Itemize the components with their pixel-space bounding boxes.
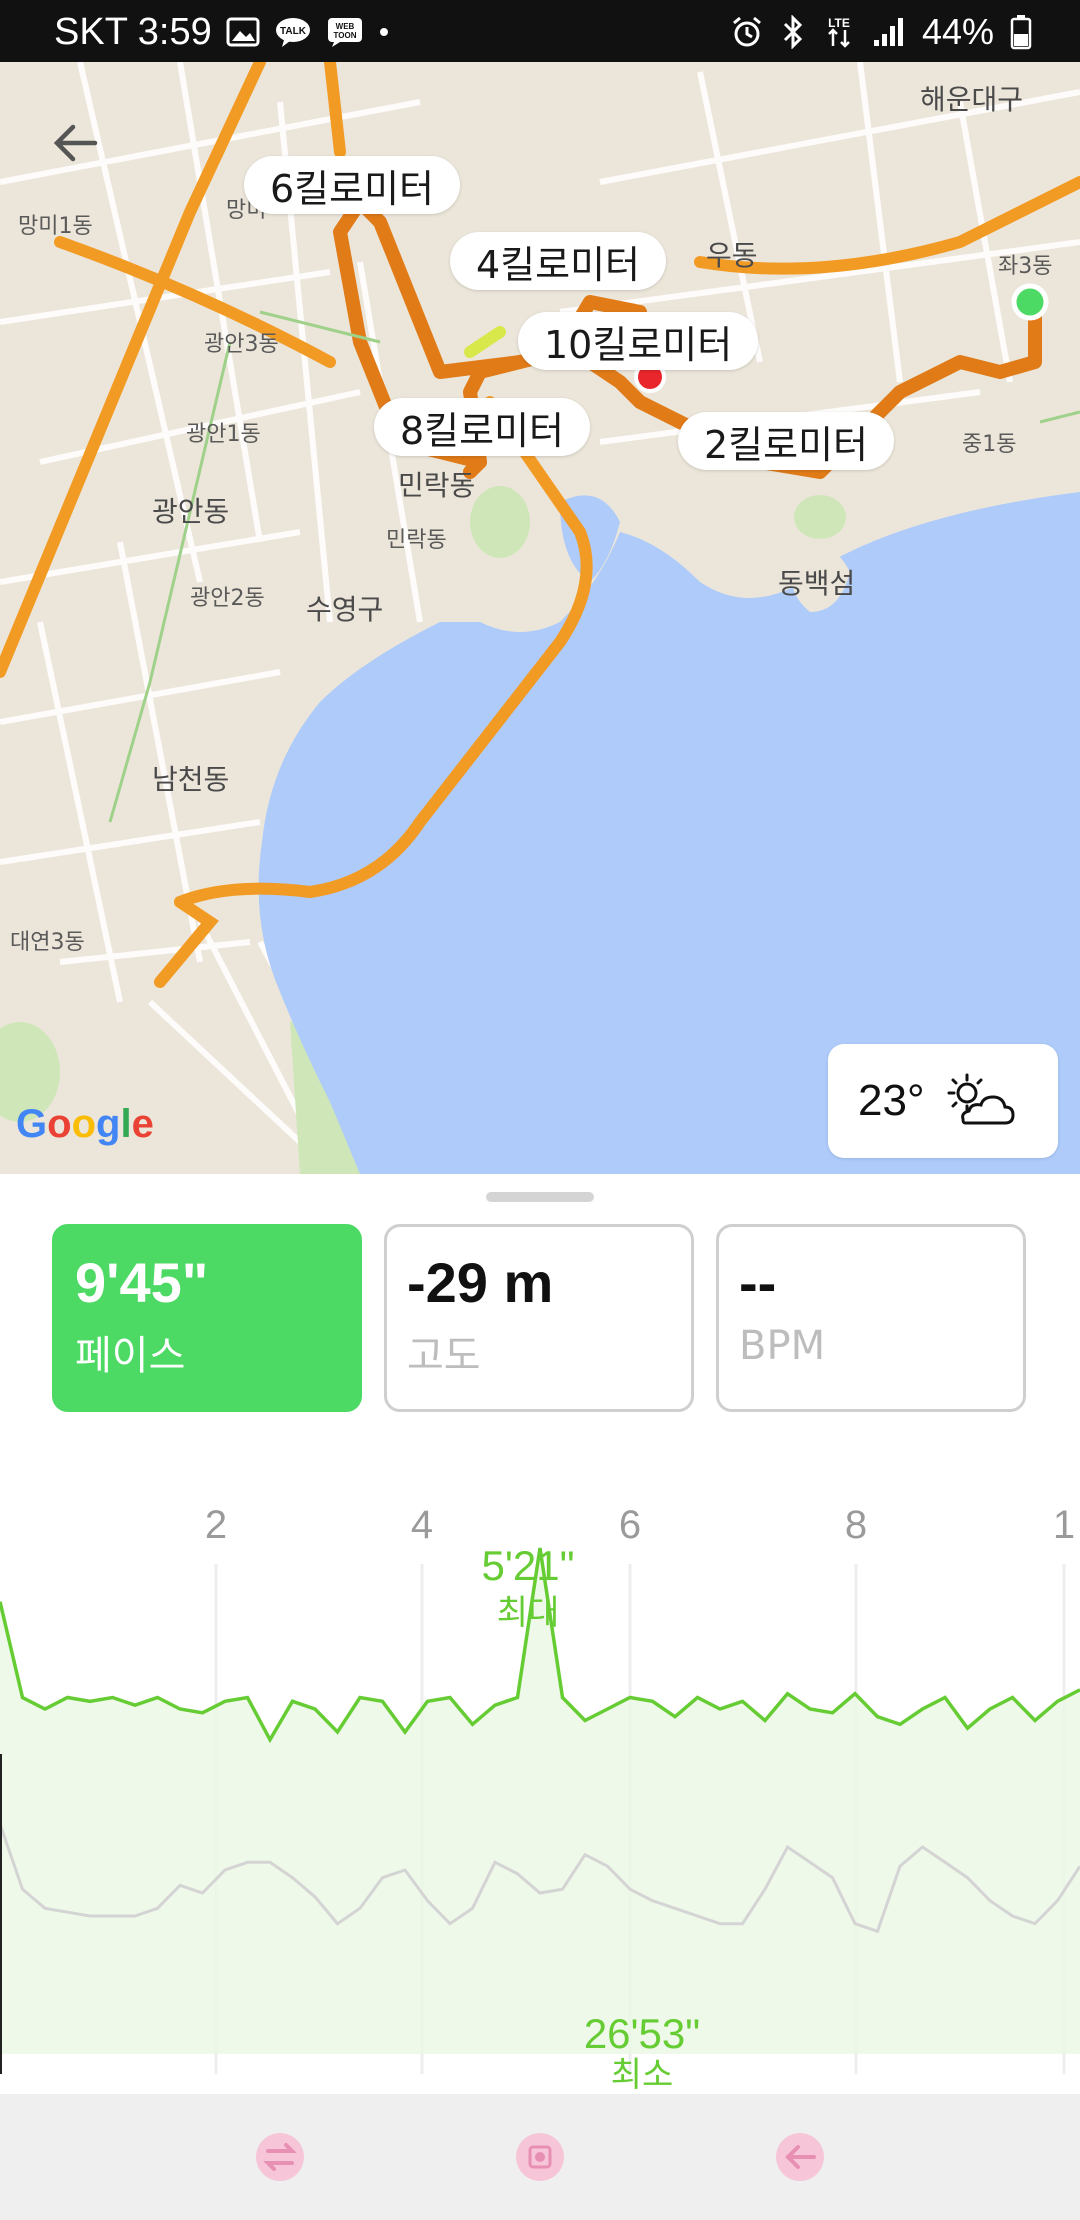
metric-pace-tab[interactable]: 9'45" 페이스 [52, 1224, 362, 1412]
metric-heart-rate-tab[interactable]: -- BPM [716, 1224, 1026, 1412]
place-label: 동백섬 [778, 567, 856, 600]
bottom-nav-bar [0, 2094, 1080, 2220]
km-marker-4[interactable]: 4킬로미터 [450, 232, 667, 290]
battery-percent: 44% [921, 11, 994, 52]
metric-label: BPM [739, 1323, 826, 1369]
webtoon-icon: WEB TOON [326, 16, 364, 48]
home-button[interactable] [505, 2122, 575, 2192]
km-marker-2[interactable]: 2킬로미터 [678, 412, 895, 470]
km-marker-6[interactable]: 6킬로미터 [244, 156, 461, 214]
chart-annotation-value: 5'21" [481, 1542, 574, 1589]
drag-handle[interactable] [486, 1192, 594, 1202]
km-marker-10[interactable]: 10킬로미터 [518, 312, 759, 370]
bluetooth-icon [780, 15, 806, 49]
map-canvas [0, 62, 1080, 1174]
metric-value: -- [739, 1251, 777, 1314]
kakaotalk-icon: TALK [274, 16, 312, 48]
gallery-icon [226, 17, 260, 47]
place-label: 우동 [706, 239, 758, 272]
place-label: 민락동 [386, 528, 447, 553]
dot-icon [378, 26, 390, 38]
status-left: SKT 3:59 TALK WEB TOON [54, 8, 390, 56]
km-marker-8[interactable]: 8킬로미터 [374, 398, 591, 456]
google-logo: Google [16, 1102, 154, 1146]
place-label: 남천동 [152, 763, 230, 796]
recent-apps-button[interactable] [245, 2122, 315, 2192]
x-tick-label: 1 [1053, 1503, 1075, 1547]
svg-text:TOON: TOON [333, 31, 356, 40]
place-label: 광안동 [152, 495, 230, 528]
pace-chart-svg: 2 4 6 8 1 5'21"최대 26'53"최소 [0, 1503, 1080, 2095]
signal-icon [872, 16, 906, 48]
record-icon [516, 2133, 564, 2181]
metric-label: 페이스 [75, 1333, 186, 1379]
place-label: 광안1동 [186, 422, 261, 447]
svg-text:LTE: LTE [828, 16, 850, 30]
battery-icon [1010, 14, 1032, 50]
back-arrow-icon [53, 124, 98, 162]
weather-temperature: 23° [858, 1076, 925, 1125]
svg-text:TALK: TALK [280, 26, 307, 37]
partly-cloudy-sun-icon [947, 1073, 1015, 1125]
swap-icon [256, 2133, 304, 2181]
place-label: 좌3동 [998, 254, 1053, 279]
place-label: 해운대구 [920, 83, 1024, 116]
route-map[interactable]: 해운대구 망미1동 망미 우동 좌3동 광안3동 광안1동 민락동 민락동 중1… [0, 62, 1080, 1174]
place-label: 민락동 [398, 469, 476, 502]
metric-value: -29 m [407, 1251, 554, 1314]
place-label: 수영구 [306, 593, 384, 626]
place-label: 중1동 [962, 432, 1017, 457]
chart-annotation-value: 26'53" [584, 2010, 700, 2057]
place-label: 광안2동 [190, 586, 265, 611]
metric-label: 고도 [407, 1333, 481, 1379]
status-right: LTE 44% [730, 8, 1032, 56]
chart-annotation-label: 최대 [497, 1593, 560, 1633]
stats-sheet: 9'45" 페이스 -29 m 고도 -- BPM 2 4 6 8 1 5'21" 최대 26… [0, 1174, 1080, 2095]
metric-elevation-tab[interactable]: -29 m 고도 [384, 1224, 694, 1412]
weather-card[interactable]: 23° [828, 1044, 1058, 1158]
place-label: 망미1동 [18, 214, 93, 239]
x-tick-label: 8 [845, 1503, 867, 1547]
back-button[interactable] [40, 108, 110, 178]
pace-chart[interactable]: 2 4 6 8 1 5'21" 최대 26'53" 최소 [0, 1454, 1080, 2095]
svg-text:WEB: WEB [335, 22, 354, 31]
back-arrow-icon [776, 2133, 824, 2181]
x-tick-label: 4 [411, 1503, 433, 1547]
metric-value: 9'45" [75, 1251, 209, 1314]
place-label: 광안3동 [204, 332, 279, 357]
chart-annotation-label: 최소 [611, 2055, 674, 2094]
alarm-icon [730, 15, 764, 49]
back-nav-button[interactable] [765, 2122, 835, 2192]
carrier-time: SKT 3:59 [54, 10, 212, 53]
status-bar: SKT 3:59 TALK WEB TOON LTE 44% [0, 0, 1080, 62]
lte-icon: LTE [822, 14, 856, 50]
x-tick-label: 2 [205, 1503, 227, 1547]
place-label: 대연3동 [10, 930, 85, 955]
x-tick-label: 6 [619, 1503, 641, 1547]
